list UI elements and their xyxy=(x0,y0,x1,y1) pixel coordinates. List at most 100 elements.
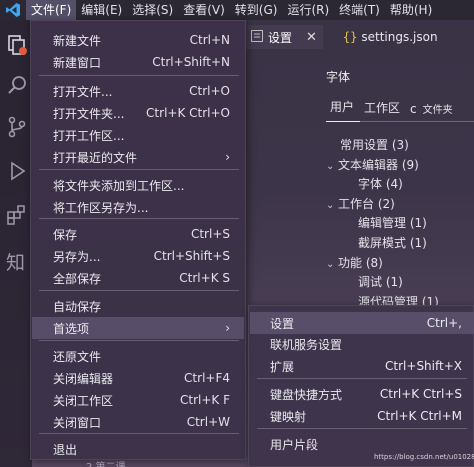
file-menu-item[interactable]: 保存 Ctrl+S xyxy=(32,223,244,245)
file-menu-item[interactable]: 关闭窗口 Ctrl+W xyxy=(32,411,244,433)
file-menu-item-label: 关闭工作区 xyxy=(53,393,114,408)
settings-toc-item[interactable]: 截屏模式 (1) xyxy=(346,234,427,251)
run-debug-icon[interactable] xyxy=(6,160,28,182)
settings-toc-label: 文本编辑器 (9) xyxy=(338,157,419,172)
file-menu-item[interactable]: 将文件夹添加到工作区... xyxy=(32,174,244,196)
file-menu-item-label: 打开文件夹... xyxy=(53,106,125,121)
settings-toc-item[interactable]: ⌄ 功能 (8) xyxy=(326,254,383,271)
settings-toc-label: 功能 (8) xyxy=(338,255,383,270)
settings-scope-tab[interactable]: 工作区 xyxy=(360,99,406,122)
file-menu-item[interactable]: 首选项 › xyxy=(32,317,244,339)
menu-separator xyxy=(39,75,239,76)
preferences-menu-item[interactable]: 键盘快捷方式 Ctrl+K Ctrl+S xyxy=(250,383,474,405)
menu-separator xyxy=(39,433,239,434)
settings-toc-item[interactable]: ⌄ 文本编辑器 (9) xyxy=(326,156,419,173)
file-menu-item-shortcut: Ctrl+K S xyxy=(179,271,230,285)
file-menu-item-shortcut: Ctrl+S xyxy=(190,227,230,241)
preferences-menu-item-shortcut: Ctrl+Shift+X xyxy=(385,359,462,373)
preferences-menu-item[interactable]: 用户片段 xyxy=(250,433,474,455)
file-menu-item-shortcut: Ctrl+Shift+S xyxy=(153,249,230,263)
source-control-icon[interactable] xyxy=(6,116,28,138)
menubar-item[interactable]: 终端(T) xyxy=(334,0,385,20)
file-menu-item[interactable]: 打开文件夹... Ctrl+K Ctrl+O xyxy=(32,102,244,124)
search-icon[interactable] xyxy=(6,74,28,96)
settings-toc-item[interactable]: ⌄ 工作台 (2) xyxy=(326,195,395,212)
extensions-icon[interactable] xyxy=(6,204,28,226)
file-menu-item[interactable]: 还原文件 xyxy=(32,345,244,367)
menu-separator xyxy=(39,218,239,219)
settings-scope-tab[interactable]: 用户 xyxy=(326,98,361,122)
file-menu-item[interactable]: 新建文件 Ctrl+N xyxy=(32,29,244,51)
file-menu-item[interactable]: 全部保存 Ctrl+K S xyxy=(32,267,244,289)
menubar-item[interactable]: 转到(G) xyxy=(230,0,283,20)
tab-settings-json-label: settings.json xyxy=(361,30,438,44)
chevron-right-icon: › xyxy=(225,321,230,335)
json-file-icon: {} xyxy=(342,30,358,44)
file-menu-item-label: 将文件夹添加到工作区... xyxy=(53,178,185,193)
menubar-item[interactable]: 编辑(E) xyxy=(76,0,127,20)
menubar-item[interactable]: 查看(V) xyxy=(178,0,230,20)
menu-separator xyxy=(257,428,467,429)
preferences-menu-item-label: 设置 xyxy=(270,316,295,331)
file-menu-item-label: 打开文件... xyxy=(53,84,113,99)
preferences-menu-item-label: 联机服务设置 xyxy=(270,337,343,352)
preferences-menu-item-shortcut: Ctrl+K Ctrl+M xyxy=(377,409,462,423)
file-menu-item[interactable]: 另存为... Ctrl+Shift+S xyxy=(32,245,244,267)
file-menu-item-label: 将工作区另存为... xyxy=(53,200,149,215)
settings-toc-label: 字体 (4) xyxy=(358,177,403,192)
file-menu-item-shortcut: Ctrl+N xyxy=(189,33,230,47)
settings-toc-item[interactable]: 字体 (4) xyxy=(346,175,403,192)
settings-file-icon xyxy=(251,29,263,45)
file-menu: 新建文件 Ctrl+N 新建窗口 Ctrl+Shift+N 打开文件... Ctrl+O 打… xyxy=(30,20,246,460)
preferences-menu-item-shortcut: Ctrl+K Ctrl+S xyxy=(379,387,462,401)
settings-toc-item[interactable]: 编辑管理 (1) xyxy=(346,214,427,231)
chevron-down-icon: ⌄ xyxy=(326,258,335,270)
file-menu-item-label: 自动保存 xyxy=(53,299,102,314)
file-menu-item-label: 打开工作区... xyxy=(53,128,125,143)
file-menu-item-label: 首选项 xyxy=(53,321,90,336)
file-menu-item-shortcut: Ctrl+K Ctrl+O xyxy=(146,106,230,120)
file-menu-item[interactable]: 关闭编辑器 Ctrl+F4 xyxy=(32,367,244,389)
settings-scope-tab[interactable]: 文件夹 xyxy=(419,101,459,122)
file-menu-item[interactable]: 退出 xyxy=(32,438,244,460)
settings-toc-label: 编辑管理 (1) xyxy=(358,216,427,231)
settings-toc-item[interactable]: 常用设置 (3) xyxy=(326,136,409,153)
file-menu-item-label: 新建文件 xyxy=(53,33,102,48)
knowledge-icon[interactable]: 知 xyxy=(6,248,28,274)
chevron-down-icon: ⌄ xyxy=(326,199,335,211)
preferences-menu-item[interactable]: 联机服务设置 xyxy=(250,333,474,355)
menubar-item[interactable]: 选择(S) xyxy=(127,0,178,20)
close-icon[interactable]: ✕ xyxy=(306,30,317,45)
file-menu-item[interactable]: 自动保存 xyxy=(32,295,244,317)
menubar-item[interactable]: 文件(F) xyxy=(26,0,77,20)
file-menu-item[interactable]: 打开最近的文件 › xyxy=(32,146,244,168)
settings-scope-tab[interactable]: c xyxy=(406,102,419,122)
settings-toc-item[interactable]: 调试 (1) xyxy=(346,273,403,290)
file-menu-item[interactable]: 关闭工作区 Ctrl+K F xyxy=(32,389,244,411)
file-menu-item[interactable]: 新建窗口 Ctrl+Shift+N xyxy=(32,51,244,73)
preferences-menu-item[interactable]: 扩展 Ctrl+Shift+X xyxy=(250,355,474,377)
file-menu-item-shortcut: Ctrl+K F xyxy=(180,393,230,407)
preferences-menu-item[interactable]: 设置 Ctrl+, xyxy=(250,312,474,334)
file-menu-item[interactable]: 将工作区另存为... xyxy=(32,196,244,218)
preferences-menu-item-label: 键映射 xyxy=(270,409,307,424)
settings-scope-tabs: 用户 工作区 c 文件夹 xyxy=(326,98,459,122)
file-menu-item[interactable]: 打开文件... Ctrl+O xyxy=(32,80,244,102)
preferences-menu-item[interactable]: 键映射 Ctrl+K Ctrl+M xyxy=(250,405,474,427)
file-menu-item[interactable]: 打开工作区... xyxy=(32,124,244,146)
tab-settings[interactable]: 设置 ✕ xyxy=(245,25,323,49)
preferences-menu-item-label: 键盘快捷方式 xyxy=(270,387,343,402)
menubar-item[interactable]: 帮助(H) xyxy=(385,0,437,20)
file-menu-item-label: 另存为... xyxy=(53,249,101,264)
menu-bar: 文件(F) 编辑(E) 选择(S) 查看(V) 转到(G) 运行(R) 终端(T) 帮助(H) xyxy=(26,0,437,20)
file-menu-item-label: 新建窗口 xyxy=(53,55,102,70)
menu-separator xyxy=(257,378,467,379)
settings-toc-label: 截屏模式 (1) xyxy=(358,236,427,250)
tab-settings-json[interactable]: {} settings.json xyxy=(337,25,444,49)
explorer-icon[interactable] xyxy=(6,34,28,56)
chevron-right-icon: › xyxy=(225,150,230,164)
settings-toc-label: 常用设置 (3) xyxy=(340,138,409,152)
menubar-item[interactable]: 运行(R) xyxy=(282,0,334,20)
watermark: https://blog.csdn.net/u010280030 xyxy=(374,453,474,461)
menu-separator xyxy=(39,169,239,170)
